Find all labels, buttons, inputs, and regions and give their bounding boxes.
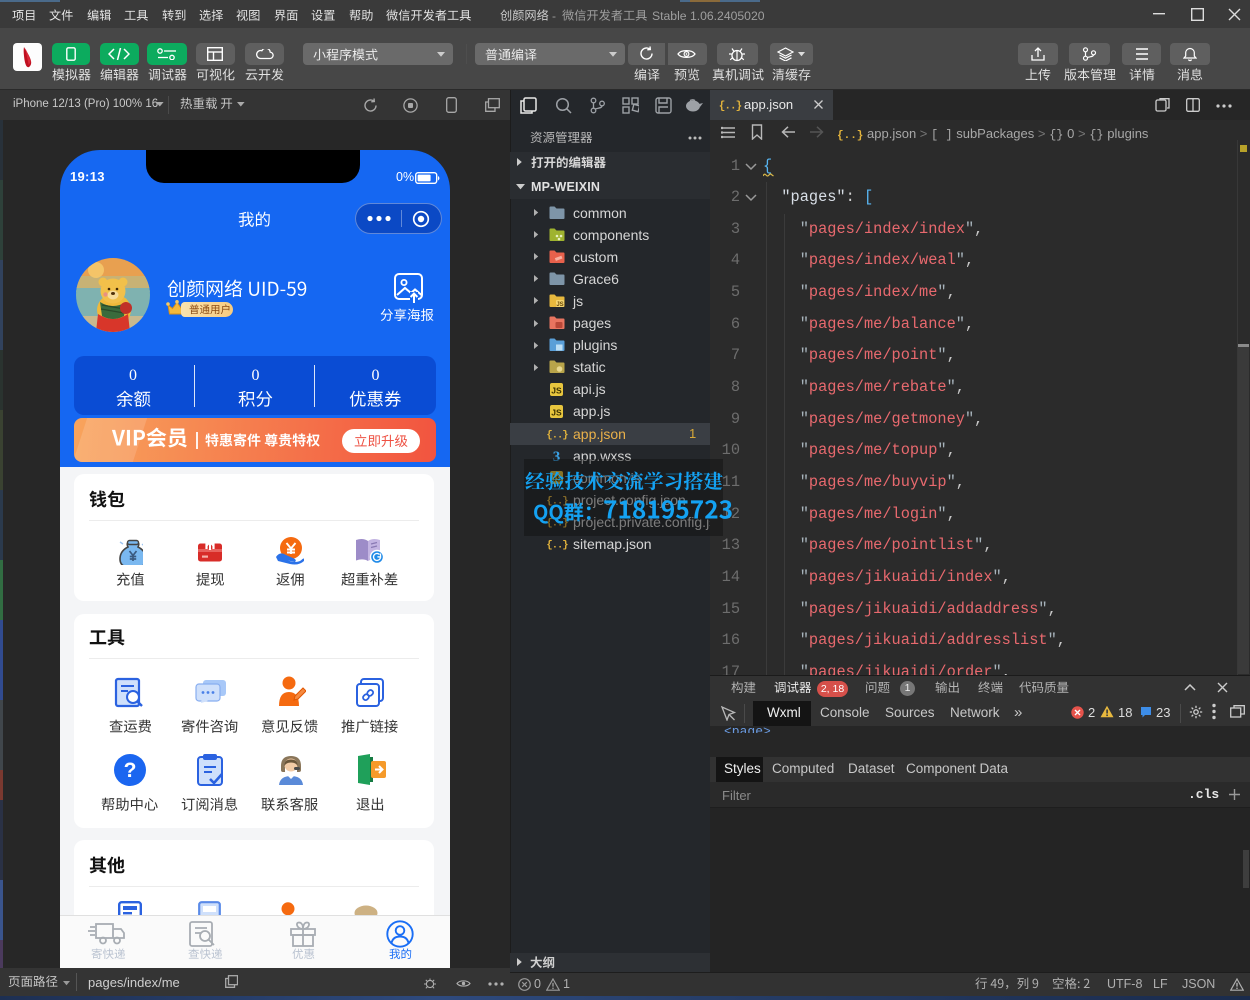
svg-text:JS: JS [556,302,563,308]
svg-text:JS: JS [551,385,562,395]
svg-text:{..}: {..} [719,101,742,113]
svg-text:{..}: {..} [546,429,568,440]
svg-text:?: ? [124,759,137,782]
svg-text:{..}: {..} [546,540,568,551]
svg-text:JS: JS [551,407,562,417]
